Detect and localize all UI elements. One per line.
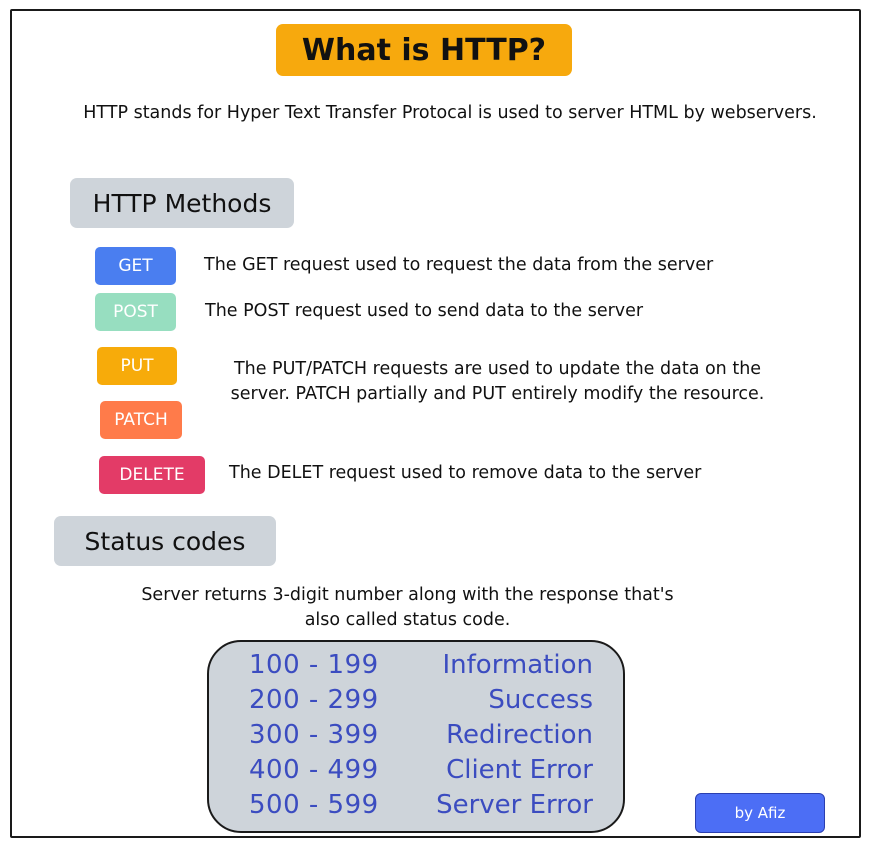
status-range: 100 - 199 bbox=[249, 650, 379, 680]
author-badge: by Afiz bbox=[695, 793, 825, 833]
status-heading: Status codes bbox=[54, 516, 276, 566]
status-label: Redirection bbox=[446, 720, 593, 750]
method-desc-delete: The DELET request used to remove data to… bbox=[229, 463, 702, 483]
page-title: What is HTTP? bbox=[276, 24, 572, 76]
status-row: 300 - 399 Redirection bbox=[209, 720, 623, 756]
status-codes-box: 100 - 199 Information 200 - 299 Success … bbox=[207, 640, 625, 833]
status-intro-text: Server returns 3-digit number along with… bbox=[141, 585, 674, 630]
method-badge-get: GET bbox=[95, 247, 176, 285]
status-range: 500 - 599 bbox=[249, 790, 379, 820]
status-row: 200 - 299 Success bbox=[209, 685, 623, 721]
status-range: 300 - 399 bbox=[249, 720, 379, 750]
status-label: Information bbox=[442, 650, 593, 680]
method-desc-put-patch: The PUT/PATCH requests are used to updat… bbox=[230, 359, 765, 404]
status-row: 100 - 199 Information bbox=[209, 650, 623, 686]
status-label: Success bbox=[488, 685, 593, 715]
status-row: 500 - 599 Server Error bbox=[209, 790, 623, 826]
status-label: Client Error bbox=[446, 755, 593, 785]
method-badge-delete: DELETE bbox=[99, 456, 205, 494]
status-row: 400 - 499 Client Error bbox=[209, 755, 623, 791]
status-range: 400 - 499 bbox=[249, 755, 379, 785]
method-desc-post: The POST request used to send data to th… bbox=[205, 301, 644, 321]
method-badge-post: POST bbox=[95, 293, 176, 331]
method-badge-patch: PATCH bbox=[100, 401, 182, 439]
method-desc-get: The GET request used to request the data… bbox=[204, 255, 714, 275]
method-badge-put: PUT bbox=[97, 347, 177, 385]
intro-text: HTTP stands for Hyper Text Transfer Prot… bbox=[83, 103, 817, 123]
methods-heading: HTTP Methods bbox=[70, 178, 294, 228]
status-label: Server Error bbox=[436, 790, 593, 820]
status-range: 200 - 299 bbox=[249, 685, 379, 715]
